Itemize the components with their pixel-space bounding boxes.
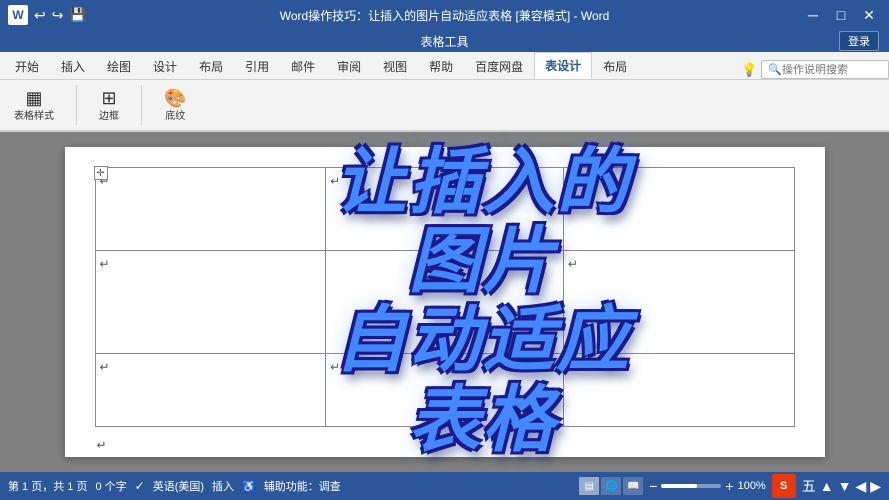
- tab-table-layout[interactable]: 布局: [592, 53, 638, 79]
- word-page: ✛ ↵ ↵ ↵ ↵ ↵ ↵ ↵ ↵ ↵ 让插入的 图片 自动: [65, 147, 825, 457]
- table-row: ↵ ↵ ↵: [95, 354, 794, 427]
- table-cell[interactable]: ↵: [95, 168, 326, 251]
- table-cell[interactable]: [326, 250, 564, 354]
- tab-home[interactable]: 开始: [4, 53, 50, 79]
- web-view-btn[interactable]: 🌐: [601, 477, 621, 495]
- taskbar-icon-1[interactable]: 五: [802, 476, 816, 496]
- title-bar: W ↩ ↪ 💾 Word操作技巧：让插入的图片自动适应表格 [兼容模式] - W…: [0, 0, 889, 30]
- page-count: 第 1 页，共 1 页: [8, 478, 87, 494]
- ribbon-toolbar: ▦ 表格样式 ⊞ 边框 🎨 底纹: [0, 80, 889, 132]
- tab-table-design[interactable]: 表设计: [534, 52, 592, 79]
- ribbon-divider-2: [141, 85, 142, 125]
- tab-draw[interactable]: 绘图: [96, 53, 142, 79]
- tab-insert[interactable]: 插入: [50, 53, 96, 79]
- taskbar-icon-4[interactable]: ◀: [855, 478, 866, 495]
- undo-btn[interactable]: ↩: [34, 7, 46, 24]
- table-cell[interactable]: ↵: [326, 168, 564, 251]
- zoom-control: − + 100%: [649, 478, 766, 494]
- tab-baidu[interactable]: 百度网盘: [464, 53, 534, 79]
- tab-review[interactable]: 审阅: [326, 53, 372, 79]
- table-style-icon: ▦: [25, 89, 42, 107]
- help-search-area: 💡 🔍: [741, 60, 889, 79]
- zoom-slider[interactable]: [661, 484, 721, 488]
- status-bar-right: ▤ 🌐 📖 − + 100% S 五 ▲ ▼ ◀ ▶: [579, 474, 881, 498]
- taskbar-icon-5[interactable]: ▶: [870, 478, 881, 495]
- table-tools-bar: 表格工具 登录: [0, 30, 889, 52]
- app-logo: W: [8, 5, 28, 25]
- shading-icon: 🎨: [164, 89, 186, 107]
- word-table[interactable]: ↵ ↵ ↵ ↵ ↵ ↵ ↵ ↵: [95, 167, 795, 427]
- redo-btn[interactable]: ↪: [52, 7, 64, 24]
- taskbar-icons: 五 ▲ ▼ ◀ ▶: [802, 476, 881, 496]
- print-view-btn[interactable]: ▤: [579, 477, 599, 495]
- taskbar-icon-3[interactable]: ▼: [838, 478, 852, 494]
- zoom-fill: [661, 484, 697, 488]
- table-move-handle[interactable]: ✛: [94, 166, 108, 180]
- char-count: 0 个字: [95, 478, 126, 494]
- accessibility-label: 辅助功能：调查: [264, 478, 341, 494]
- insert-mode[interactable]: 插入: [212, 478, 234, 494]
- tab-mail[interactable]: 邮件: [280, 53, 326, 79]
- document-area: ✛ ↵ ↵ ↵ ↵ ↵ ↵ ↵ ↵ ↵ 让插入的 图片 自动: [0, 132, 889, 472]
- table-cell[interactable]: ↵: [95, 354, 326, 427]
- taskbar-icon-2[interactable]: ▲: [820, 478, 834, 494]
- close-btn[interactable]: ✕: [857, 3, 881, 27]
- paragraph-mark: ↵: [97, 438, 107, 452]
- ribbon-btn-borders[interactable]: ⊞ 边框: [93, 87, 125, 124]
- table-cell[interactable]: ↵: [563, 250, 794, 354]
- title-bar-left: W ↩ ↪ 💾: [8, 5, 86, 25]
- window-controls: ─ □ ✕: [801, 3, 881, 27]
- table-tools-label: 表格工具: [420, 33, 468, 50]
- tab-layout[interactable]: 布局: [188, 53, 234, 79]
- accessibility-icon: ♿: [242, 480, 256, 493]
- help-search-input[interactable]: [782, 64, 882, 76]
- read-view-btn[interactable]: 📖: [623, 477, 643, 495]
- zoom-percent: 100%: [738, 480, 766, 492]
- light-bulb-icon: 💡: [741, 62, 757, 78]
- tab-references[interactable]: 引用: [234, 53, 280, 79]
- ribbon-divider-1: [76, 85, 77, 125]
- tab-help[interactable]: 帮助: [418, 53, 464, 79]
- login-button[interactable]: 登录: [839, 31, 879, 51]
- menu-tabs-bar: 开始 插入 绘图 设计 布局 引用 邮件 审阅 视图 帮助 百度网盘 表设计 布…: [0, 52, 889, 80]
- zoom-in-btn[interactable]: +: [725, 478, 733, 494]
- minimize-btn[interactable]: ─: [801, 3, 825, 27]
- table-row: ↵ ↵: [95, 250, 794, 354]
- window-title: Word操作技巧：让插入的图片自动适应表格 [兼容模式] - Word: [280, 7, 610, 24]
- search-icon: 🔍: [768, 63, 782, 76]
- tab-design[interactable]: 设计: [142, 53, 188, 79]
- maximize-btn[interactable]: □: [829, 3, 853, 27]
- table-cell[interactable]: ↵: [326, 354, 564, 427]
- status-bar: 第 1 页，共 1 页 0 个字 ✓ 英语(美国) 插入 ♿ 辅助功能：调查 ▤…: [0, 472, 889, 500]
- quick-save-btn[interactable]: 💾: [69, 7, 85, 23]
- view-mode-icons: ▤ 🌐 📖: [579, 477, 643, 495]
- wps-logo: S: [772, 474, 796, 498]
- tab-view[interactable]: 视图: [372, 53, 418, 79]
- table-cell[interactable]: ↵: [563, 168, 794, 251]
- borders-icon: ⊞: [101, 89, 116, 107]
- ribbon-btn-1[interactable]: ▦ 表格样式: [8, 87, 60, 124]
- table-cell[interactable]: ↵: [95, 250, 326, 354]
- language-indicator[interactable]: 英语(美国): [153, 478, 204, 494]
- table-row: ↵ ↵ ↵: [95, 168, 794, 251]
- table-cell[interactable]: ↵: [563, 354, 794, 427]
- spell-check-icon[interactable]: ✓: [135, 479, 145, 493]
- zoom-out-btn[interactable]: −: [649, 478, 657, 494]
- ribbon-btn-shading[interactable]: 🎨 底纹: [158, 87, 192, 124]
- help-search-box[interactable]: 🔍: [761, 60, 889, 79]
